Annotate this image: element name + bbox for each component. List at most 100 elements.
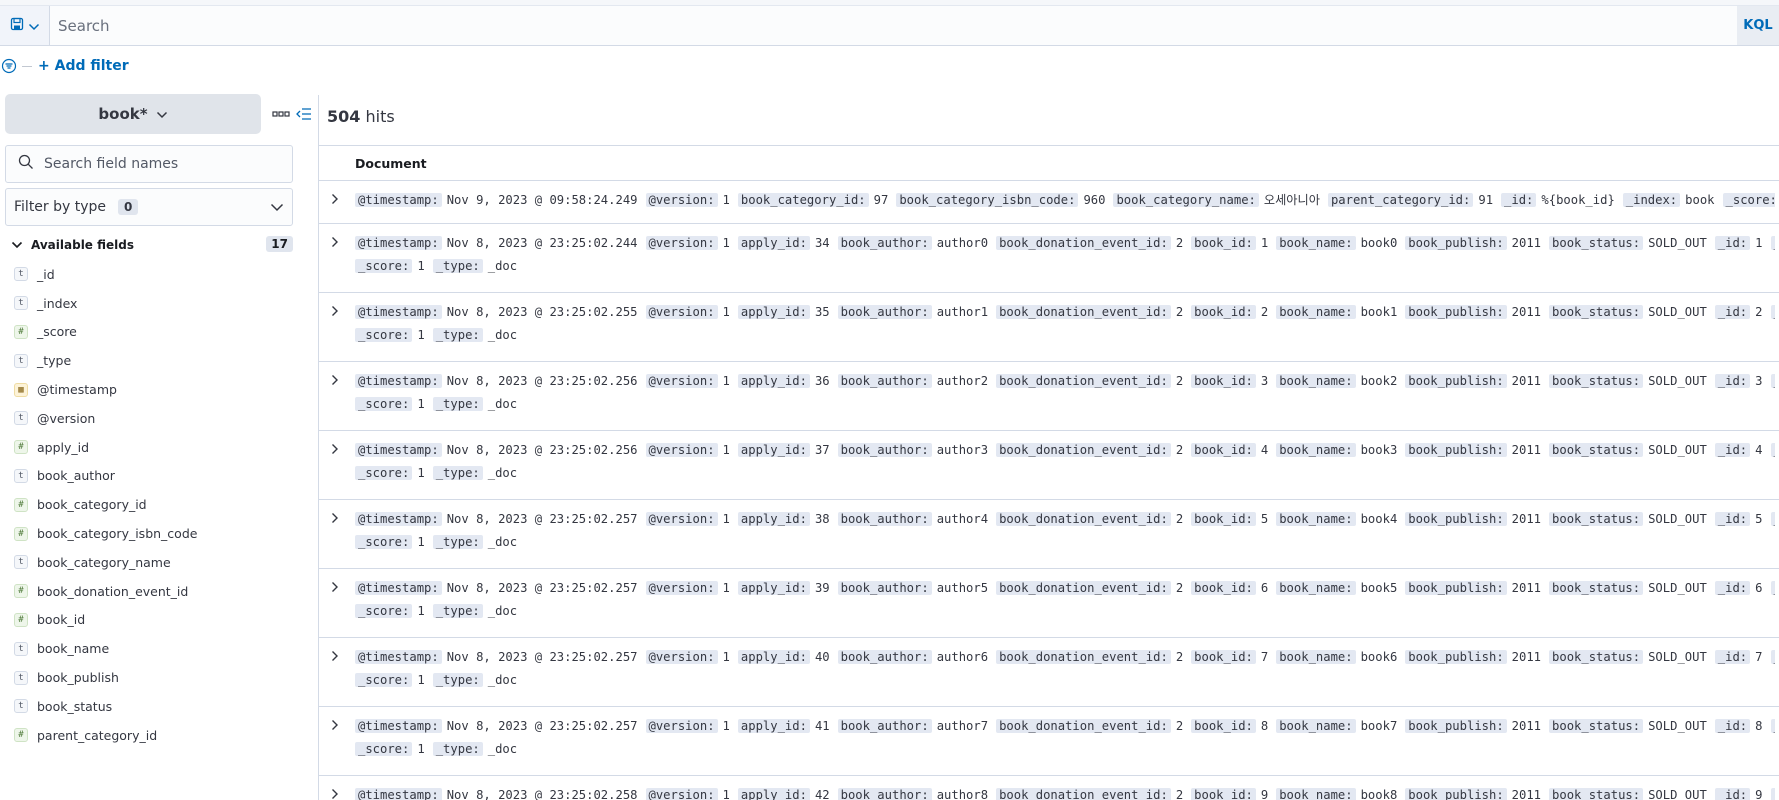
chevron-down-icon: [28, 16, 40, 35]
field-value: Nov 8, 2023 @ 23:25:02.244: [446, 236, 638, 250]
filter-by-type-label: Filter by type: [14, 199, 107, 215]
query-bar: KQL: [0, 6, 1779, 46]
field-key: book_publish:: [1405, 236, 1507, 250]
field-value: 1: [722, 650, 730, 664]
add-filter-button[interactable]: + Add filter: [38, 58, 129, 74]
expand-row-icon[interactable]: [329, 581, 341, 593]
field-key: _inde: [1770, 443, 1775, 457]
field-key: _score:: [355, 673, 413, 687]
field-item[interactable]: # book_id: [0, 606, 318, 635]
string-type-icon: t: [14, 267, 28, 282]
field-value: 2011: [1511, 374, 1542, 388]
field-key: apply_id:: [737, 305, 810, 319]
field-value: SOLD_OUT: [1648, 650, 1707, 664]
document-line: @timestamp: Nov 8, 2023 @ 23:25:02.255 @ve…: [355, 301, 1775, 324]
number-type-icon: #: [14, 324, 28, 339]
expand-row-icon[interactable]: [329, 719, 341, 731]
field-value: 36: [814, 374, 830, 388]
field-item[interactable]: t _index: [0, 289, 318, 318]
filter-menu-icon[interactable]: [0, 57, 18, 75]
expand-row-icon[interactable]: [329, 374, 341, 386]
more-options-icon[interactable]: [272, 106, 290, 122]
document-line: @timestamp: Nov 8, 2023 @ 23:25:02.257 @ve…: [355, 646, 1775, 669]
field-key: @version:: [645, 650, 718, 664]
field-key: book_donation_event_id:: [996, 719, 1171, 733]
string-type-icon: t: [14, 555, 28, 570]
field-item[interactable]: ▦ @timestamp: [0, 375, 318, 404]
field-value: 2: [1175, 236, 1184, 250]
string-type-icon: t: [14, 296, 28, 311]
saved-query-button[interactable]: [0, 6, 50, 45]
field-item[interactable]: # _score: [0, 318, 318, 347]
field-key: book_status:: [1549, 443, 1644, 457]
expand-row-icon[interactable]: [329, 193, 341, 205]
field-item[interactable]: t @version: [0, 404, 318, 433]
field-value: 40: [814, 650, 830, 664]
field-key: @timestamp:: [355, 581, 442, 595]
field-value: Nov 8, 2023 @ 23:25:02.256: [446, 374, 638, 388]
number-type-icon: #: [14, 497, 28, 512]
document-line: @timestamp: Nov 9, 2023 @ 09:58:24.249 @ve…: [355, 189, 1775, 212]
field-value: 2: [1175, 650, 1184, 664]
index-pattern-selector[interactable]: book*: [5, 94, 261, 134]
field-key: book_id:: [1191, 581, 1256, 595]
filter-by-type-button[interactable]: Filter by type 0: [5, 188, 293, 226]
collapse-sidebar-icon[interactable]: [296, 105, 314, 123]
expand-row-icon[interactable]: [329, 443, 341, 455]
field-item[interactable]: # apply_id: [0, 433, 318, 462]
field-value: Nov 8, 2023 @ 23:25:02.257: [446, 512, 638, 526]
field-value: 2011: [1511, 443, 1542, 457]
field-value: 39: [814, 581, 830, 595]
field-key: book_author:: [837, 512, 932, 526]
table-row: @timestamp: Nov 8, 2023 @ 23:25:02.257 @ve…: [319, 569, 1779, 638]
field-value: 2: [1755, 305, 1763, 319]
field-key: book_author:: [837, 443, 932, 457]
field-item[interactable]: t _id: [0, 260, 318, 289]
field-key: book_name:: [1276, 374, 1356, 388]
field-key: book_name:: [1276, 788, 1356, 800]
search-field-names-input[interactable]: [44, 156, 284, 172]
field-item[interactable]: # parent_category_id: [0, 721, 318, 750]
expand-row-icon[interactable]: [329, 305, 341, 317]
field-key: book_donation_event_id:: [996, 443, 1171, 457]
field-name: _index: [37, 295, 78, 311]
field-value: 1: [417, 742, 425, 756]
field-key: _type:: [432, 259, 483, 273]
table-row: @timestamp: Nov 9, 2023 @ 09:58:24.249 @ve…: [319, 181, 1779, 224]
expand-row-icon[interactable]: [329, 788, 341, 800]
field-name: book_category_isbn_code: [37, 526, 198, 542]
field-item[interactable]: t book_publish: [0, 663, 318, 692]
field-item[interactable]: # book_category_id: [0, 490, 318, 519]
kql-language-button[interactable]: KQL: [1737, 6, 1779, 45]
document-line: @timestamp: Nov 8, 2023 @ 23:25:02.257 @ve…: [355, 715, 1775, 738]
document-summary: @timestamp: Nov 8, 2023 @ 23:25:02.255 @ve…: [355, 293, 1775, 347]
document-column-header[interactable]: Document: [319, 145, 1779, 181]
document-summary: @timestamp: Nov 8, 2023 @ 23:25:02.258 @ve…: [355, 776, 1775, 800]
field-item[interactable]: t _type: [0, 346, 318, 375]
field-item[interactable]: # book_category_isbn_code: [0, 519, 318, 548]
document-line: _score: 1 _type: _doc: [355, 738, 1775, 761]
search-input[interactable]: [50, 6, 1737, 45]
field-key: book_donation_event_id:: [996, 581, 1171, 595]
field-key: _inde: [1770, 374, 1775, 388]
field-key: @version:: [645, 374, 718, 388]
field-item[interactable]: t book_name: [0, 634, 318, 663]
field-name: book_id: [37, 612, 86, 628]
field-value: 5: [1755, 512, 1763, 526]
field-value: 4: [1260, 443, 1269, 457]
number-type-icon: #: [14, 584, 28, 599]
field-value: _doc: [487, 604, 518, 618]
field-value: book7: [1360, 719, 1398, 733]
table-row: @timestamp: Nov 8, 2023 @ 23:25:02.244 @ve…: [319, 224, 1779, 293]
expand-row-icon[interactable]: [329, 650, 341, 662]
field-item[interactable]: t book_category_name: [0, 548, 318, 577]
field-item[interactable]: t book_status: [0, 692, 318, 721]
field-item[interactable]: t book_author: [0, 462, 318, 491]
expand-row-icon[interactable]: [329, 512, 341, 524]
field-key: _id:: [1714, 305, 1751, 319]
field-key: book_id:: [1191, 512, 1256, 526]
expand-row-icon[interactable]: [329, 236, 341, 248]
field-value: book: [1685, 193, 1715, 207]
field-item[interactable]: # book_donation_event_id: [0, 577, 318, 606]
available-fields-toggle[interactable]: Available fields 17: [5, 234, 293, 256]
